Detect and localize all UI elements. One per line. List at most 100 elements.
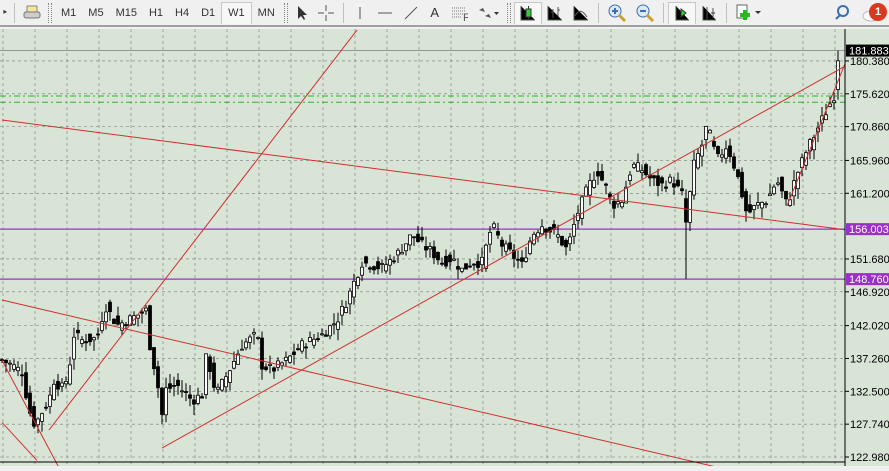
- text-tool[interactable]: A: [424, 2, 446, 24]
- candle-body: [168, 383, 172, 389]
- candle-body: [400, 252, 404, 255]
- toolbar-grip[interactable]: [506, 2, 511, 23]
- candle-body: [636, 162, 640, 172]
- candle-body: [328, 325, 332, 337]
- notifications-button[interactable]: 1: [855, 2, 889, 24]
- autoscroll-icon[interactable]: [667, 1, 696, 24]
- timeframe-mn[interactable]: MN: [252, 2, 281, 24]
- crosshair-icon[interactable]: [313, 2, 339, 24]
- zoom-in-icon[interactable]: [603, 2, 631, 24]
- candle-body: [696, 153, 700, 169]
- candle-body: [424, 246, 428, 251]
- price-tick-label: 151.680: [850, 254, 889, 266]
- price-chart[interactable]: 180.380 175.620 170.860 165.960 161.200 151.6…: [0, 29, 889, 471]
- candle-body: [644, 164, 648, 176]
- candle-body: [620, 202, 624, 208]
- arrows-dropdown-icon[interactable]: [472, 2, 504, 24]
- candle-body: [336, 321, 340, 330]
- candle-body: [680, 188, 684, 192]
- candle-body: [108, 301, 112, 313]
- toolbar-grip[interactable]: [48, 2, 52, 23]
- candle-body: [84, 341, 88, 344]
- candle-body: [420, 236, 424, 241]
- vertical-line-icon[interactable]: [348, 2, 372, 24]
- candle-body: [440, 262, 444, 265]
- zoom-out-icon[interactable]: [631, 2, 659, 24]
- candle-body: [480, 256, 484, 266]
- toolbar-grip[interactable]: [283, 2, 288, 23]
- candle-body: [652, 175, 656, 179]
- cursor-icon[interactable]: [291, 2, 313, 24]
- candle-body: [784, 190, 788, 200]
- candle-body: [204, 353, 208, 395]
- candle-body: [196, 394, 200, 404]
- candle-body: [164, 387, 168, 416]
- new-template-dropdown-icon[interactable]: [731, 2, 767, 24]
- timeframe-w1[interactable]: W1: [221, 1, 252, 24]
- candle-body: [324, 334, 328, 337]
- candle-body: [632, 163, 636, 168]
- candle-body: [524, 257, 528, 262]
- candle-body: [380, 263, 384, 265]
- candle-body: [296, 348, 300, 351]
- bar-chart-icon[interactable]: [542, 2, 568, 24]
- candle-body: [404, 243, 408, 252]
- candle-body: [36, 418, 40, 426]
- candle-body: [260, 337, 264, 370]
- candle-body: [116, 315, 120, 325]
- candle-body: [64, 381, 68, 385]
- candle-body: [592, 179, 596, 188]
- candle-body: [48, 394, 52, 407]
- candle-body: [824, 114, 828, 121]
- separator: [725, 2, 727, 23]
- trendline: [1, 299, 736, 471]
- search-icon[interactable]: [829, 2, 855, 24]
- fibonacci-icon[interactable]: F: [446, 2, 472, 24]
- candle-body: [600, 170, 604, 181]
- toolbar-partial-icon[interactable]: ‣: [0, 2, 10, 24]
- candle-body: [476, 261, 480, 268]
- timeframe-h4[interactable]: H4: [169, 2, 195, 24]
- timeframe-h1[interactable]: H1: [143, 2, 169, 24]
- print-icon[interactable]: [19, 2, 45, 24]
- candle-body: [184, 391, 188, 393]
- candle-body: [612, 200, 616, 209]
- timeframe-d1[interactable]: D1: [195, 2, 221, 24]
- candle-body: [752, 205, 756, 211]
- price-tick-label: 161.200: [850, 188, 889, 200]
- candle-body: [44, 406, 48, 409]
- candle-body: [496, 231, 500, 236]
- candle-body: [92, 337, 96, 341]
- candle-body: [664, 186, 668, 189]
- candle-body: [256, 337, 260, 339]
- candle-body: [780, 176, 784, 192]
- candle-body: [104, 311, 108, 323]
- timeframe-m15[interactable]: M15: [110, 2, 143, 24]
- candle-body: [352, 280, 356, 298]
- candlestick-chart-icon[interactable]: [513, 1, 542, 24]
- price-tick-label: 170.860: [850, 122, 889, 134]
- candle-body: [712, 141, 716, 147]
- candle-body: [176, 379, 180, 387]
- chart-canvas[interactable]: 180.380 175.620 170.860 165.960 161.200 151.6…: [0, 29, 889, 471]
- candle-body: [300, 340, 304, 352]
- horizontal-line-icon[interactable]: [372, 2, 398, 24]
- candle-body: [520, 257, 524, 262]
- candle-body: [832, 100, 836, 104]
- timeframe-m1[interactable]: M1: [55, 2, 82, 24]
- candle-body: [224, 376, 228, 388]
- svg-text:F: F: [463, 12, 468, 21]
- separator: [14, 2, 15, 23]
- separator: [662, 2, 664, 23]
- trendline-icon[interactable]: [398, 2, 424, 24]
- candle-body: [720, 154, 724, 158]
- candle-body: [668, 176, 672, 183]
- timeframe-m5[interactable]: M5: [82, 2, 109, 24]
- candle-body: [76, 329, 80, 334]
- candle-body: [616, 201, 620, 205]
- candle-body: [436, 251, 440, 261]
- candle-body: [252, 332, 256, 335]
- line-chart-icon[interactable]: [568, 2, 594, 24]
- candle-body: [572, 223, 576, 237]
- chart-shift-icon[interactable]: [696, 2, 722, 24]
